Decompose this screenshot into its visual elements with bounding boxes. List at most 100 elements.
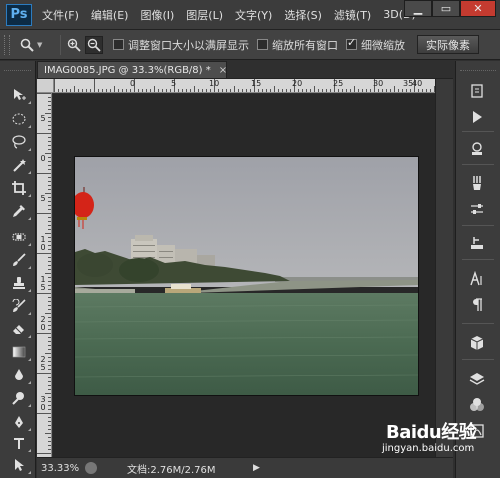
pilcrow-icon <box>473 298 482 311</box>
magnifier-icon <box>20 38 34 52</box>
menu-image[interactable]: 图像(I) <box>134 7 180 23</box>
close-document-icon[interactable]: × <box>219 65 227 76</box>
zoom-level[interactable]: 33.33% <box>41 463 83 474</box>
layers-panel-button[interactable] <box>463 367 491 391</box>
paragraph-panel-button[interactable] <box>463 293 491 317</box>
menu-type[interactable]: 文字(Y) <box>229 7 278 23</box>
ruler-label: 25 <box>333 79 344 88</box>
actions-panel-button[interactable] <box>463 105 491 129</box>
panel-dock-grip[interactable] <box>460 61 496 71</box>
brush-tool[interactable] <box>6 250 32 270</box>
zoom-all-option[interactable]: 缩放所有窗口 <box>257 37 338 53</box>
document-size: 文档:2.76M/2.76M <box>127 464 216 476</box>
brush-panel-button[interactable] <box>463 171 491 195</box>
status-info-icon[interactable] <box>85 462 97 474</box>
magic-wand-icon <box>13 159 26 172</box>
resize-windows-checkbox[interactable] <box>113 39 124 50</box>
pen-tool[interactable] <box>6 412 32 432</box>
menu-edit[interactable]: 编辑(E) <box>85 7 135 23</box>
window-controls: ▁ ▭ ✕ <box>404 0 496 17</box>
minimize-button[interactable]: ▁ <box>404 0 432 17</box>
menu-select[interactable]: 选择(S) <box>278 7 328 23</box>
document-tab[interactable]: IMAG0085.JPG @ 33.3%(RGB/8) * × <box>37 61 227 79</box>
scrubby-zoom-option[interactable]: 细微缩放 <box>346 36 405 53</box>
type-tool[interactable] <box>6 433 32 453</box>
healing-brush-tool[interactable] <box>6 227 32 247</box>
tools-panel-grip[interactable] <box>4 61 31 71</box>
channels-panel-button[interactable] <box>463 393 491 417</box>
cube-icon <box>470 336 484 350</box>
eraser-tool[interactable] <box>6 319 32 339</box>
chevron-down-icon: ▼ <box>37 40 43 49</box>
marquee-tool[interactable] <box>6 109 32 129</box>
ruler-origin[interactable] <box>37 79 54 93</box>
panel-divider <box>462 131 494 132</box>
ruler-label: 0 <box>40 154 46 163</box>
status-menu-arrow-icon[interactable]: ▶ <box>253 463 260 473</box>
ruler-label: 15 <box>251 79 262 88</box>
crop-tool[interactable] <box>6 178 32 198</box>
brush-icon <box>13 253 26 266</box>
blur-tool[interactable] <box>6 365 32 385</box>
scrubby-zoom-checkbox[interactable] <box>346 36 357 50</box>
info-panel-button[interactable] <box>463 137 491 161</box>
character-panel-button[interactable] <box>463 267 491 291</box>
ruler-label: 20 <box>292 79 303 88</box>
restore-button[interactable]: ▭ <box>432 0 460 17</box>
resize-windows-option[interactable]: 调整窗口大小以满屏显示 <box>113 37 249 53</box>
path-selection-tool[interactable] <box>6 455 32 475</box>
close-button[interactable]: ✕ <box>460 0 496 17</box>
options-grip[interactable] <box>4 34 10 55</box>
crop-icon <box>12 181 26 195</box>
zoom-all-checkbox[interactable] <box>257 39 268 50</box>
history-panel-button[interactable] <box>463 79 491 103</box>
menu-bar: Ps 文件(F) 编辑(E) 图像(I) 图层(L) 文字(Y) 选择(S) 滤… <box>0 0 500 30</box>
menu-file[interactable]: 文件(F) <box>36 7 85 23</box>
ruler-label: 5 <box>171 79 177 88</box>
panel-divider <box>462 164 494 165</box>
lasso-tool[interactable] <box>6 132 32 152</box>
ruler-label: 40 <box>412 79 423 88</box>
clone-stamp-tool[interactable] <box>6 273 32 293</box>
ruler-label: 30 <box>373 79 384 88</box>
history-brush-icon <box>12 299 26 312</box>
baidu-jingyan-watermark: Baidu经验 jingyan.baidu.com <box>378 418 498 468</box>
move-tool[interactable] <box>6 85 32 105</box>
ruler-label: 10 <box>209 79 220 88</box>
history-icon <box>471 84 483 98</box>
3d-panel-button[interactable] <box>463 331 491 355</box>
menu-filter[interactable]: 滤镜(T) <box>328 7 377 23</box>
horizontal-ruler[interactable]: 0 5 10 15 20 25 30 35 40 <box>54 79 435 93</box>
gradient-tool[interactable] <box>6 342 32 362</box>
properties-icon <box>472 142 482 155</box>
clone-source-panel-button[interactable] <box>463 197 491 221</box>
dodge-icon <box>12 392 24 405</box>
vertical-ruler[interactable]: 5 0 5 1 0 1 5 2 0 2 5 3 0 <box>37 93 52 457</box>
zoom-out-button[interactable] <box>85 35 103 54</box>
resize-windows-label: 调整窗口大小以满屏显示 <box>128 38 249 52</box>
eyedropper-tool[interactable] <box>6 201 32 221</box>
actual-pixels-button[interactable]: 实际像素 <box>417 35 479 54</box>
ruler-label: 3 0 <box>40 395 46 412</box>
tool-preset-picker[interactable]: ▼ <box>20 38 56 52</box>
panel-divider <box>462 259 494 260</box>
play-icon <box>473 111 482 123</box>
paragraph-styles-button[interactable] <box>463 231 491 255</box>
stamp-icon <box>13 277 25 289</box>
eraser-icon <box>13 325 24 334</box>
dodge-tool[interactable] <box>6 388 32 408</box>
eyedropper-icon <box>13 205 25 217</box>
ruler-label: 2 0 <box>40 315 46 332</box>
tools-panel <box>0 61 36 478</box>
history-brush-tool[interactable] <box>6 296 32 316</box>
magic-wand-tool[interactable] <box>6 155 32 175</box>
layers-icon <box>469 373 485 385</box>
menu-layer[interactable]: 图层(L) <box>180 7 229 23</box>
document-image[interactable] <box>75 157 418 395</box>
zoom-all-label: 缩放所有窗口 <box>272 38 338 52</box>
vertical-scrollbar[interactable] <box>435 79 453 457</box>
zoom-in-icon <box>67 38 81 52</box>
gradient-icon <box>12 346 26 358</box>
zoom-in-button[interactable] <box>65 36 83 54</box>
brush-presets-icon <box>473 176 481 190</box>
